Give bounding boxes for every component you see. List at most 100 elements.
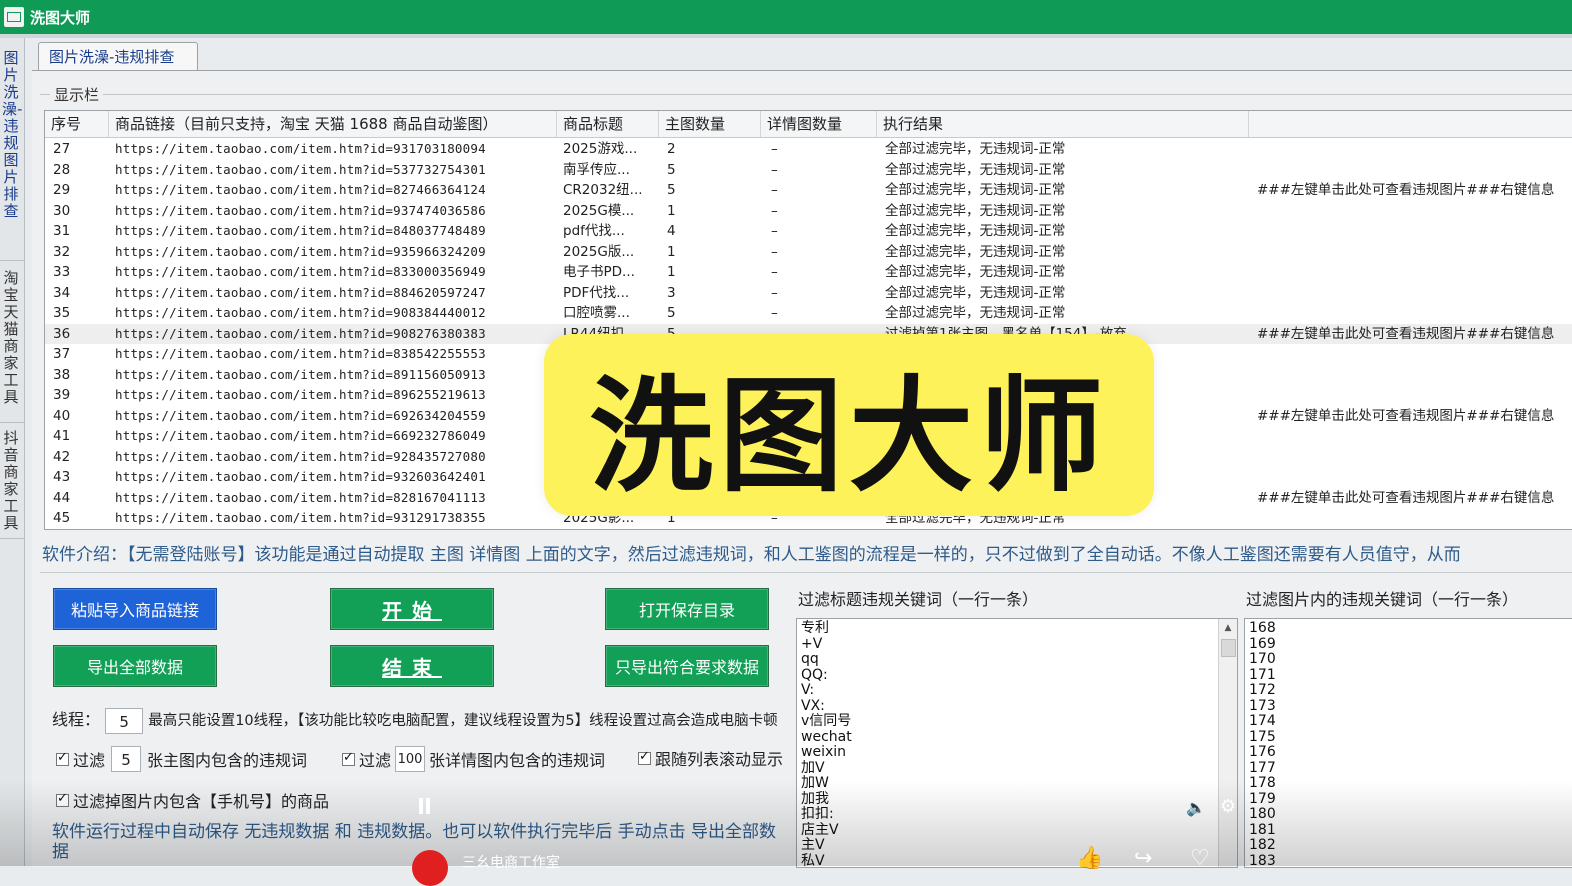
cell-link: https://item.taobao.com/item.htm?id=8330… bbox=[115, 264, 486, 279]
keyword-line: 加V bbox=[801, 759, 825, 776]
table-row[interactable]: 33 https://item.taobao.com/item.htm?id=83… bbox=[45, 262, 1572, 283]
cell-extra[interactable] bbox=[1257, 221, 1572, 241]
title-keywords-scrollbar[interactable]: ▲ bbox=[1218, 619, 1237, 867]
cell-extra[interactable] bbox=[1257, 467, 1572, 487]
cell-extra[interactable]: ###左键单击此处可查看违规图片###右键信息 bbox=[1257, 324, 1572, 344]
paste-import-button[interactable]: 粘贴导入商品链接 bbox=[53, 588, 217, 630]
cell-extra[interactable] bbox=[1257, 283, 1572, 303]
threads-input[interactable]: 5 bbox=[105, 707, 144, 734]
start-button[interactable]: 开始 bbox=[330, 588, 494, 630]
cell-extra[interactable] bbox=[1257, 139, 1572, 159]
cell-extra[interactable] bbox=[1257, 160, 1572, 180]
vtab-douyin-tools[interactable]: 抖音商家工具 bbox=[2, 430, 20, 532]
heart-icon[interactable]: ♡ bbox=[1190, 846, 1210, 871]
cell-index: 39 bbox=[53, 387, 71, 403]
cell-link: https://item.taobao.com/item.htm?id=9082… bbox=[115, 325, 486, 341]
cell-extra[interactable]: ###左键单击此处可查看违规图片###右键信息 bbox=[1257, 488, 1572, 508]
vtab-image-check[interactable]: 图片洗澡-违规图片排查 bbox=[2, 50, 22, 220]
cell-link: https://item.taobao.com/item.htm?id=6926… bbox=[115, 407, 486, 423]
col-header-link[interactable]: 商品链接（目前只支持，淘宝 天猫 1688 商品自动鉴图） bbox=[109, 111, 557, 137]
filter-main-checkbox[interactable] bbox=[56, 750, 69, 766]
table-row[interactable]: 29 https://item.taobao.com/item.htm?id=82… bbox=[45, 180, 1572, 201]
table-row[interactable]: 27 https://item.taobao.com/item.htm?id=93… bbox=[45, 139, 1572, 160]
cell-link: https://item.taobao.com/item.htm?id=6692… bbox=[115, 428, 486, 443]
software-intro: 软件介绍：【无需登陆账号】该功能是通过自动提取 主图 详情图 上面的文字，然后过… bbox=[42, 545, 1461, 565]
export-all-button[interactable]: 导出全部数据 bbox=[53, 645, 217, 687]
share-icon[interactable]: ↪ bbox=[1134, 846, 1152, 871]
table-row[interactable]: 28 https://item.taobao.com/item.htm?id=53… bbox=[45, 160, 1572, 181]
like-icon[interactable]: 👍 bbox=[1076, 846, 1103, 871]
threads-note: 最高只能设置10线程，【该功能比较吃电脑配置，建议线程设置为5】线程设置过高会造… bbox=[148, 713, 778, 729]
cell-link: https://item.taobao.com/item.htm?id=8911… bbox=[115, 366, 486, 382]
cell-result: 全部过滤完毕，无违规词-正常 bbox=[885, 202, 1066, 219]
keyword-line: 172 bbox=[1249, 682, 1276, 698]
settings-icon[interactable]: ⚙ bbox=[1220, 796, 1236, 817]
cell-main-count: 1 bbox=[667, 202, 676, 219]
threads-row: 线程： 5 最高只能设置10线程，【该功能比较吃电脑配置，建议线程设置为5】线程… bbox=[52, 706, 778, 734]
cell-index: 31 bbox=[53, 223, 71, 239]
open-save-dir-button[interactable]: 打开保存目录 bbox=[605, 588, 769, 630]
display-group-label: 显示栏 bbox=[50, 84, 104, 105]
cell-index: 44 bbox=[53, 489, 71, 506]
filter-main-prefix: 过滤 bbox=[73, 751, 106, 770]
cell-extra[interactable] bbox=[1257, 365, 1572, 385]
watermark-banner: 洗图大师 bbox=[544, 334, 1154, 516]
window-titlebar: 洗图大师 bbox=[0, 0, 1572, 34]
cell-extra[interactable] bbox=[1257, 201, 1572, 221]
filter-phone-checkbox[interactable] bbox=[56, 791, 69, 807]
cell-result: 全部过滤完毕，无违规词-正常 bbox=[885, 141, 1066, 157]
cell-extra[interactable] bbox=[1257, 344, 1572, 364]
col-header-title[interactable]: 商品标题 bbox=[557, 111, 659, 137]
end-button[interactable]: 结束 bbox=[330, 645, 494, 687]
vtab-taobao-tools[interactable]: 淘宝天猫商家工具 bbox=[2, 270, 20, 406]
table-row[interactable]: 35 https://item.taobao.com/item.htm?id=90… bbox=[45, 303, 1572, 324]
channel-name[interactable]: 三幺电商工作室 bbox=[462, 852, 560, 872]
title-keywords-textarea[interactable]: 专利 +V qq QQ: V: VX: v信同号 wechat weixin 加V 加W 加我 扣扣: 店… bbox=[796, 618, 1238, 868]
filter-detail-count-input[interactable]: 100 bbox=[395, 746, 426, 772]
cell-link: https://item.taobao.com/item.htm?id=9083… bbox=[115, 305, 486, 320]
pause-icon[interactable] bbox=[418, 798, 432, 814]
cell-result: 全部过滤完毕，无违规词-正常 bbox=[885, 223, 1066, 239]
filter-main-count-input[interactable]: 5 bbox=[111, 746, 142, 772]
follow-scroll-checkbox[interactable] bbox=[638, 749, 651, 765]
table-row[interactable]: 32 https://item.taobao.com/item.htm?id=93… bbox=[45, 242, 1572, 263]
filter-detail-option: 过滤 100 张详情图内包含的违规词 bbox=[342, 746, 605, 772]
keyword-line: 179 bbox=[1249, 790, 1276, 807]
cell-index: 41 bbox=[53, 428, 71, 444]
cell-result: 全部过滤完毕，无违规词-正常 bbox=[885, 284, 1066, 301]
cell-extra[interactable] bbox=[1257, 262, 1572, 282]
col-header-detail-count[interactable]: 详情图数量 bbox=[761, 111, 877, 137]
export-matching-button[interactable]: 只导出符合要求数据 bbox=[605, 645, 769, 687]
cell-index: 35 bbox=[53, 305, 71, 321]
cell-extra[interactable] bbox=[1257, 447, 1572, 467]
cell-extra[interactable]: ###左键单击此处可查看违规图片###右键信息 bbox=[1257, 180, 1572, 200]
cell-title: 口腔喷雾... bbox=[563, 305, 630, 321]
cell-main-count: 3 bbox=[667, 284, 676, 301]
scroll-thumb[interactable] bbox=[1221, 639, 1236, 657]
cell-index: 32 bbox=[53, 243, 71, 260]
volume-icon[interactable]: 🔈 bbox=[1186, 798, 1206, 817]
image-keywords-textarea[interactable]: 168 169 170 171 172 173 174 175 176 177 178 179 180 1… bbox=[1244, 618, 1572, 868]
cell-link: https://item.taobao.com/item.htm?id=8480… bbox=[115, 223, 486, 238]
cell-title: 2025G版... bbox=[563, 243, 635, 260]
cell-extra[interactable] bbox=[1257, 385, 1572, 405]
filter-detail-prefix: 过滤 bbox=[359, 751, 392, 770]
col-header-main-count[interactable]: 主图数量 bbox=[659, 111, 761, 137]
tab-image-wash[interactable]: 图片洗澡-违规排查 bbox=[38, 42, 198, 70]
cell-extra[interactable] bbox=[1257, 426, 1572, 446]
col-header-result[interactable]: 执行结果 bbox=[877, 111, 1249, 137]
filter-detail-checkbox[interactable] bbox=[342, 750, 355, 766]
cell-index: 45 bbox=[53, 510, 71, 526]
col-header-index[interactable]: 序号 bbox=[45, 111, 109, 137]
cell-extra[interactable] bbox=[1257, 508, 1572, 528]
channel-avatar[interactable] bbox=[412, 850, 448, 886]
cell-extra[interactable] bbox=[1257, 242, 1572, 262]
table-row[interactable]: 30 https://item.taobao.com/item.htm?id=93… bbox=[45, 201, 1572, 222]
table-row[interactable]: 34 https://item.taobao.com/item.htm?id=88… bbox=[45, 283, 1572, 304]
vtab-divider bbox=[0, 538, 24, 539]
cell-result: 全部过滤完毕，无违规词-正常 bbox=[885, 305, 1066, 321]
cell-extra[interactable]: ###左键单击此处可查看违规图片###右键信息 bbox=[1257, 406, 1572, 426]
table-row[interactable]: 31 https://item.taobao.com/item.htm?id=84… bbox=[45, 221, 1572, 242]
cell-extra[interactable] bbox=[1257, 303, 1572, 323]
scroll-up-icon[interactable]: ▲ bbox=[1221, 621, 1235, 635]
